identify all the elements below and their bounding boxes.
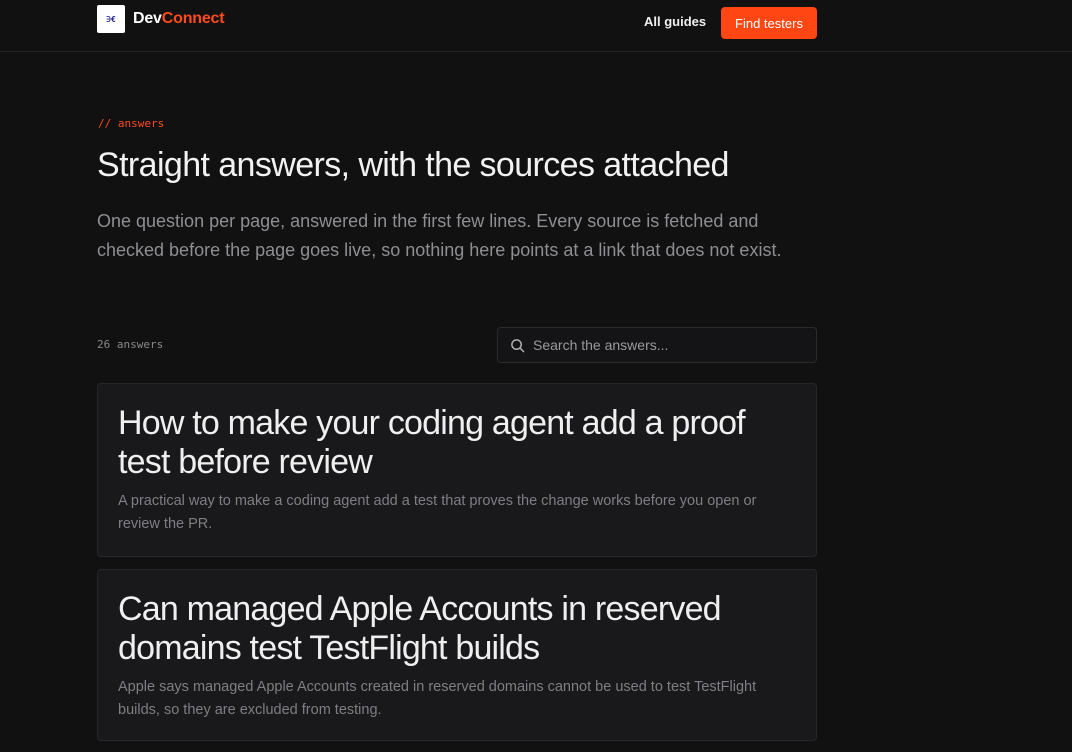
section-eyebrow: // answers — [98, 117, 165, 130]
brand-name-dev: Dev — [133, 10, 162, 27]
logo-icon: ∋€ — [97, 5, 125, 33]
brand-name-connect: Connect — [161, 10, 225, 27]
all-guides-link[interactable]: All guides — [644, 14, 706, 29]
answer-card-description: A practical way to make a coding agent a… — [118, 493, 757, 532]
search-input[interactable] — [533, 337, 803, 353]
brand-name: DevConnect — [133, 10, 225, 28]
search-icon — [511, 338, 525, 352]
top-nav-bar: ∋€ DevConnect All guides Find testers — [0, 0, 1072, 52]
search-box[interactable] — [497, 327, 817, 363]
find-testers-button[interactable]: Find testers — [721, 7, 817, 39]
answer-card-title[interactable]: Can managed Apple Accounts in reserved d… — [118, 590, 796, 668]
answer-card-title[interactable]: How to make your coding agent add a proo… — [118, 404, 796, 482]
answer-card-description: Apple says managed Apple Accounts create… — [118, 679, 757, 718]
page-lede: One question per page, answered in the f… — [97, 211, 782, 260]
answer-card[interactable]: Can managed Apple Accounts in reserved d… — [97, 569, 817, 741]
logo-glyph: ∋€ — [106, 14, 116, 24]
answer-card[interactable]: How to make your coding agent add a proo… — [97, 383, 817, 557]
page-title: Straight answers, with the sources attac… — [97, 146, 729, 184]
answers-count: 26 answers — [97, 338, 164, 351]
brand-logo-link[interactable]: ∋€ DevConnect — [97, 5, 225, 33]
